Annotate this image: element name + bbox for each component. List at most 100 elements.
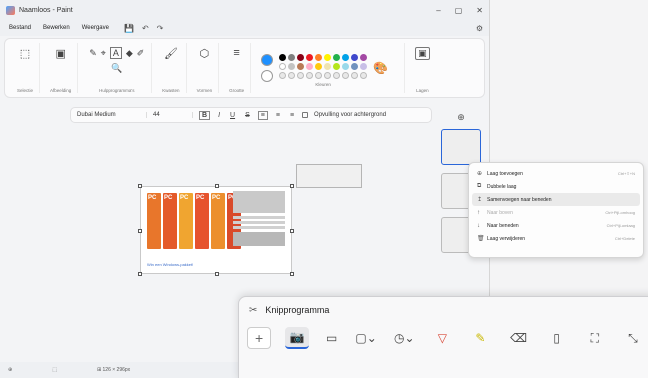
canvas-image[interactable]: PC PC PC PC PC PC Win een Windows-pakket…: [138, 184, 294, 276]
fill-icon[interactable]: ⌖: [101, 48, 106, 59]
redo-icon[interactable]: ↷: [157, 24, 164, 33]
color-swatch[interactable]: [333, 53, 341, 61]
magnifier-icon[interactable]: 🔍: [111, 63, 122, 74]
context-menu-item[interactable]: ↓ Naar beneden Ctrl+Pijl-omlaag: [469, 219, 643, 232]
font-size-select[interactable]: 44: [153, 112, 193, 118]
color-swatch[interactable]: [315, 53, 323, 61]
menu-view[interactable]: Weergave: [79, 23, 112, 33]
ribbon-group-size[interactable]: ≡ Grootte: [223, 43, 252, 93]
layer-thumbnail[interactable]: [441, 129, 481, 165]
ruler-icon[interactable]: ▯: [545, 327, 569, 349]
resize-handle[interactable]: [215, 272, 219, 276]
image-icon[interactable]: ▣: [55, 47, 65, 60]
ribbon-group-image[interactable]: ▣ Afbeelding: [44, 43, 79, 93]
color-swatch[interactable]: [306, 53, 314, 61]
undo-icon[interactable]: ↶: [142, 24, 149, 33]
color-swatch[interactable]: [324, 71, 332, 79]
underline-button[interactable]: U: [228, 112, 237, 119]
eraser-icon[interactable]: ⌫: [507, 327, 531, 349]
ballpoint-pen-icon[interactable]: ▽: [430, 327, 454, 349]
edit-colors-icon[interactable]: 🎨: [373, 61, 388, 75]
layers-icon[interactable]: ▣: [415, 47, 430, 60]
video-mode-icon[interactable]: ▭: [323, 327, 340, 349]
maximize-button[interactable]: ▢: [455, 6, 463, 15]
brush-icon[interactable]: 🖌: [164, 47, 178, 60]
color-swatch[interactable]: [288, 62, 296, 70]
color-swatch[interactable]: [351, 62, 359, 70]
color-swatch[interactable]: [288, 53, 296, 61]
color-swatch[interactable]: [351, 53, 359, 61]
ribbon-group-selection[interactable]: ⬚ Selectie: [11, 43, 41, 93]
color-swatch[interactable]: [342, 53, 350, 61]
selection-icon[interactable]: ⬚: [20, 47, 30, 60]
text-actions-icon[interactable]: ⤡: [621, 327, 645, 349]
settings-gear-icon[interactable]: ⚙: [476, 24, 483, 33]
ribbon-group-brushes[interactable]: 🖌 Kwasten: [156, 43, 187, 93]
align-left-button[interactable]: ≡: [257, 110, 268, 120]
eraser-icon[interactable]: ◆: [126, 48, 133, 59]
context-menu-item[interactable]: ↑ Naar boven Ctrl+Pijl-omhoog: [469, 206, 643, 219]
delay-timer-dropdown[interactable]: ◷⌄: [392, 327, 416, 349]
new-snip-button[interactable]: +: [247, 327, 272, 349]
save-icon[interactable]: 💾: [124, 24, 134, 33]
color-swatch[interactable]: [306, 62, 314, 70]
secondary-color[interactable]: [261, 70, 274, 82]
resize-handle[interactable]: [290, 184, 294, 188]
context-menu-item[interactable]: 🗑 Laag verwijderen Ctrl+Delete: [469, 232, 643, 245]
color-swatch[interactable]: [288, 71, 296, 79]
resize-handle[interactable]: [138, 229, 142, 233]
close-button[interactable]: ✕: [476, 6, 483, 15]
menu-edit[interactable]: Bewerken: [40, 23, 73, 33]
color-swatch[interactable]: [342, 62, 350, 70]
color-swatch[interactable]: [315, 62, 323, 70]
crop-icon[interactable]: ⛶: [583, 327, 607, 349]
resize-handle[interactable]: [290, 229, 294, 233]
minimize-button[interactable]: –: [436, 6, 440, 15]
color-swatch[interactable]: [315, 71, 323, 79]
highlighter-icon[interactable]: ✎: [468, 327, 492, 349]
color-swatch[interactable]: [333, 71, 341, 79]
resize-handle[interactable]: [138, 184, 142, 188]
add-layer-icon[interactable]: ⊕: [436, 112, 486, 123]
color-swatch[interactable]: [342, 71, 350, 79]
color-swatch[interactable]: [306, 71, 314, 79]
text-tool-icon[interactable]: A: [109, 47, 122, 59]
size-icon[interactable]: ≡: [233, 47, 239, 59]
align-right-button[interactable]: ≡: [288, 112, 296, 119]
color-swatch[interactable]: [279, 53, 287, 61]
color-swatch[interactable]: [279, 62, 287, 70]
context-menu-item[interactable]: ↥ Samenvoegen naar beneden: [472, 193, 640, 206]
ribbon-group-shapes[interactable]: ⬡ Vormen: [191, 43, 220, 93]
bold-button[interactable]: B: [199, 110, 211, 120]
resize-handle[interactable]: [215, 184, 219, 188]
color-swatch[interactable]: [360, 53, 368, 61]
context-menu-item[interactable]: ⧉ Dubbele laag: [469, 180, 643, 193]
resize-handle[interactable]: [290, 272, 294, 276]
color-swatch[interactable]: [351, 71, 359, 79]
color-swatch[interactable]: [297, 62, 305, 70]
italic-button[interactable]: I: [216, 112, 222, 119]
screenshot-mode-camera-icon[interactable]: 📷: [285, 327, 310, 349]
color-swatch[interactable]: [297, 53, 305, 61]
color-swatch[interactable]: [324, 62, 332, 70]
color-swatch[interactable]: [297, 71, 305, 79]
selection-rectangle[interactable]: [296, 164, 362, 188]
snip-shape-dropdown[interactable]: ▢⌄: [354, 327, 378, 349]
context-menu-item[interactable]: ⊕ Laag toevoegen Ctrl+⇧+N: [469, 167, 643, 180]
fill-background-checkbox[interactable]: [302, 112, 309, 118]
color-swatch[interactable]: [360, 71, 368, 79]
color-picker-icon[interactable]: ✐: [137, 48, 145, 59]
shapes-icon[interactable]: ⬡: [200, 47, 210, 60]
color-swatch[interactable]: [333, 62, 341, 70]
font-family-select[interactable]: Dubai Medium: [77, 112, 147, 118]
resize-handle[interactable]: [138, 272, 142, 276]
pencil-icon[interactable]: ✎: [89, 48, 97, 59]
strikethrough-button[interactable]: S: [243, 112, 252, 119]
ribbon-group-layers[interactable]: ▣ Lagen: [409, 43, 436, 93]
color-swatch[interactable]: [279, 71, 287, 79]
color-swatch[interactable]: [360, 62, 368, 70]
primary-color[interactable]: [261, 54, 274, 66]
menu-file[interactable]: Bestand: [6, 23, 34, 33]
color-swatch[interactable]: [324, 53, 332, 61]
align-center-button[interactable]: ≡: [274, 112, 282, 119]
